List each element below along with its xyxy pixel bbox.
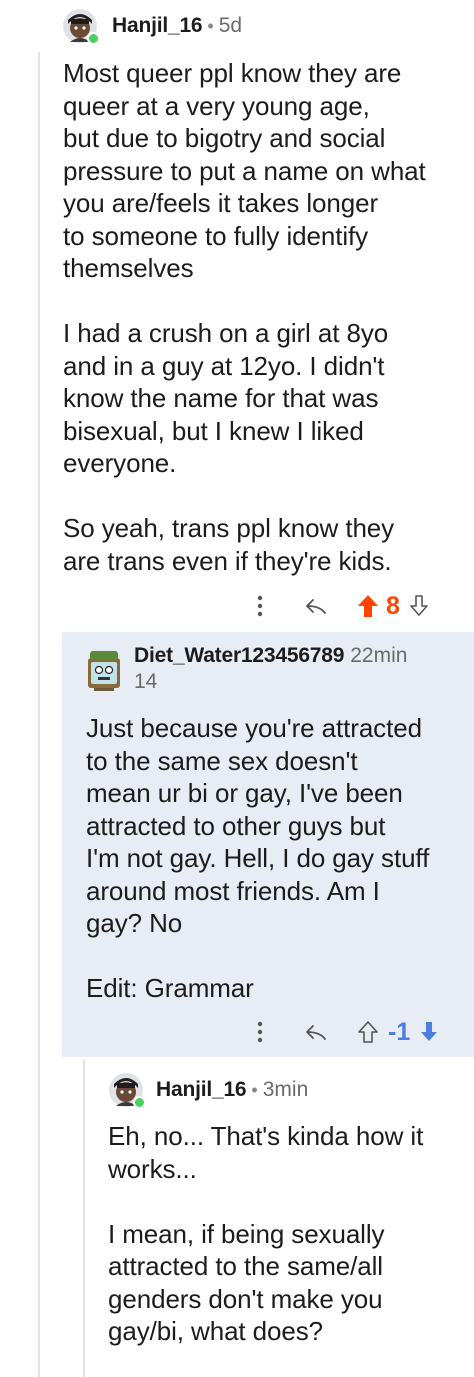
upvote-button[interactable] <box>354 594 382 618</box>
timestamp: 22min <box>350 644 408 667</box>
reply-icon <box>306 599 326 614</box>
more-icon <box>257 595 263 617</box>
karma-count: 14 <box>134 670 158 693</box>
comment-body: Most queer ppl know they are queer at a … <box>63 58 426 576</box>
upvote-arrow-icon <box>358 595 378 617</box>
user-meta: Diet_Water123456789 22min 14 <box>134 644 407 694</box>
upvote-button[interactable] <box>354 1020 382 1044</box>
separator: • <box>207 15 214 36</box>
timestamp: 3min <box>262 1078 309 1101</box>
upvote-arrow-icon <box>358 1021 378 1043</box>
avatar[interactable] <box>108 1072 146 1109</box>
downvote-button[interactable] <box>406 595 432 617</box>
separator: • <box>251 1079 258 1100</box>
username[interactable]: Diet_Water123456789 <box>134 644 344 668</box>
timestamp: 5d <box>218 14 243 37</box>
downvote-button[interactable] <box>416 1021 442 1043</box>
reply-icon <box>306 1025 326 1040</box>
more-options-button[interactable] <box>246 1021 274 1043</box>
online-indicator <box>133 1096 146 1109</box>
comment-body: Just because you're attracted to the sam… <box>86 713 430 1003</box>
thread-line[interactable] <box>38 52 40 1377</box>
avatar[interactable] <box>86 648 122 692</box>
downvote-arrow-icon <box>410 595 428 616</box>
comment-header: Hanjil_16 • 5d <box>62 6 242 46</box>
online-indicator <box>87 32 100 45</box>
avatar[interactable] <box>62 8 100 45</box>
reply-button[interactable] <box>296 1023 336 1041</box>
score: -1 <box>388 1017 411 1046</box>
comment-body: Eh, no... That's kinda how it works... I… <box>108 1121 424 1346</box>
comment-header: Diet_Water123456789 22min 14 <box>86 644 407 704</box>
more-icon <box>257 1021 263 1043</box>
comment-actions: -1 <box>246 1016 442 1048</box>
username[interactable]: Hanjil_16 <box>156 1078 247 1102</box>
username[interactable]: Hanjil_16 <box>112 14 203 38</box>
comment-header: Hanjil_16 • 3min <box>108 1070 308 1110</box>
comment-actions: 8 <box>246 590 432 622</box>
score: 8 <box>386 591 400 620</box>
thread-line[interactable] <box>83 1060 85 1377</box>
more-options-button[interactable] <box>246 595 274 617</box>
avatar-icon <box>88 651 120 691</box>
reply-button[interactable] <box>296 597 336 615</box>
downvote-arrow-icon <box>421 1022 438 1041</box>
